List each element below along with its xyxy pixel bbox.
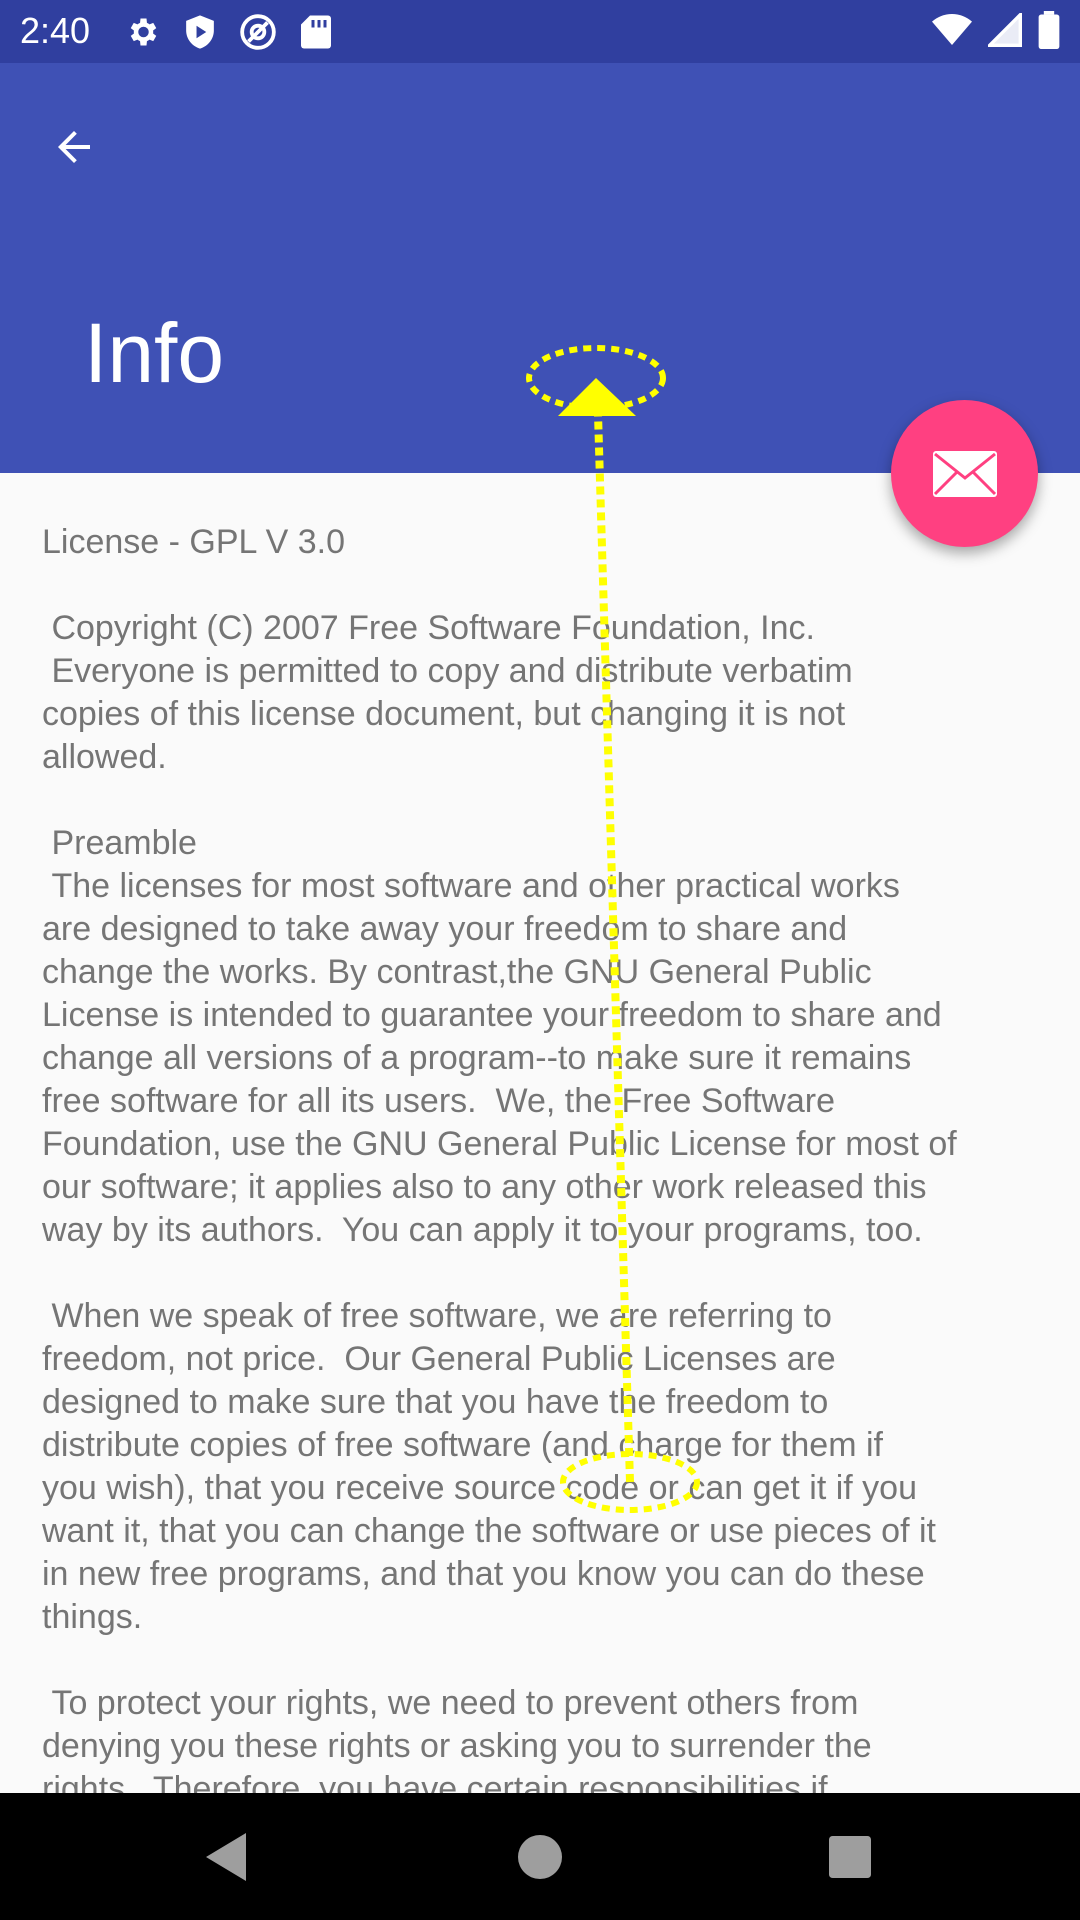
back-triangle-icon [206,1833,246,1881]
navigation-bar [0,1793,1080,1920]
license-text: License - GPL V 3.0 Copyright (C) 2007 F… [42,523,957,1793]
play-protect-icon [180,12,220,52]
cell-signal-icon [985,10,1022,51]
status-time: 2:40 [20,10,91,51]
nav-recents-button[interactable] [810,1817,890,1897]
arrow-back-icon [58,131,90,163]
status-bar: 2:40 [0,0,1080,63]
email-fab-button[interactable] [891,400,1038,547]
app-bar: Info [0,63,1080,473]
battery-icon [1038,11,1060,53]
license-scroll-view[interactable]: License - GPL V 3.0 Copyright (C) 2007 F… [0,473,1080,1793]
page-title: Info [84,306,225,400]
wifi-icon [932,13,972,51]
recents-square-icon [829,1836,871,1878]
at-sign-icon [238,12,278,52]
nav-back-button[interactable] [186,1817,266,1897]
mail-icon [932,450,997,497]
back-button[interactable] [36,109,112,185]
gear-icon [122,12,162,52]
nav-home-button[interactable] [500,1817,580,1897]
sd-card-icon [296,12,336,52]
status-left-icons [122,12,336,52]
home-circle-icon [518,1835,562,1879]
status-right-icons [932,10,1060,53]
